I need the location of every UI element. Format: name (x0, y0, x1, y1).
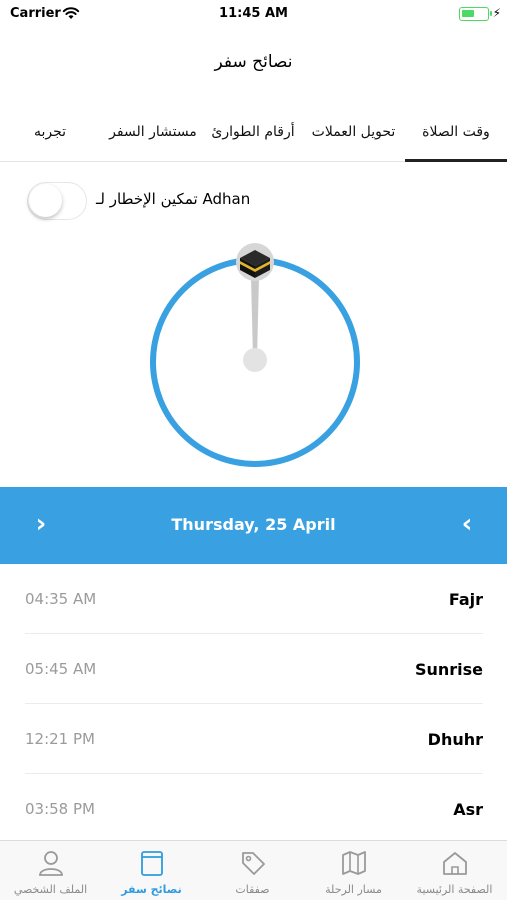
tag-icon (242, 852, 265, 875)
tab-label: تجربه (33, 124, 67, 140)
book-icon (141, 851, 163, 876)
prayer-name: Fajr (448, 590, 483, 609)
qibla-compass (140, 240, 370, 480)
tab-label: تحويل العملات (311, 124, 396, 140)
adhan-label: تمكين الإخطار لـ Adhan (96, 190, 251, 208)
tab-emergency-numbers[interactable]: أرقام الطوارئ (204, 112, 302, 162)
toggle-knob (29, 184, 62, 217)
date-navigator: › Thursday, 25 April ‹ (0, 487, 507, 564)
battery-icon (459, 7, 492, 21)
prayer-row-sunrise: 05:45 AM Sunrise (25, 634, 483, 704)
tab-label: مستشار السفر (109, 124, 197, 140)
profile-icon (39, 851, 63, 876)
chevron-left-icon: ‹ (461, 509, 473, 539)
adhan-notification-row: تمكين الإخطار لـ Adhan (0, 180, 507, 222)
tab-label: وقت الصلاة (422, 124, 490, 140)
previous-day-button[interactable]: ‹ (452, 509, 482, 539)
bottom-nav-label: صفقات (235, 883, 270, 896)
adhan-toggle[interactable] (27, 182, 87, 220)
tab-experience[interactable]: تجربه (10, 112, 90, 162)
bottom-tab-bar: الملف الشخصي نصائح سفر صفقات مسار الرحلة… (0, 840, 507, 900)
bottom-nav-itinerary[interactable]: مسار الرحلة (303, 841, 404, 900)
charging-icon: ⚡ (492, 6, 501, 20)
prayer-time: 03:58 PM (25, 800, 95, 818)
kaaba-icon (236, 243, 274, 281)
bottom-nav-profile[interactable]: الملف الشخصي (0, 841, 101, 900)
bottom-nav-label: الصفحة الرئيسية (416, 883, 493, 896)
tab-travel-advisor[interactable]: مستشار السفر (102, 112, 204, 162)
bottom-nav-label: الملف الشخصي (13, 883, 88, 896)
status-time: 11:45 AM (219, 6, 288, 21)
prayer-time: 04:35 AM (25, 590, 97, 608)
bottom-nav-home[interactable]: الصفحة الرئيسية (404, 841, 505, 900)
tab-label: أرقام الطوارئ (211, 124, 295, 140)
bottom-nav-label: نصائح سفر (121, 883, 182, 896)
bottom-nav-deals[interactable]: صفقات (202, 841, 303, 900)
status-bar: Carrier 11:45 AM ⚡ (0, 0, 507, 30)
page-title: نصائح سفر (214, 52, 293, 72)
prayer-row-asr: 03:58 PM Asr (25, 774, 483, 844)
tab-bar: وقت الصلاة تحويل العملات أرقام الطوارئ م… (0, 112, 507, 162)
map-icon (342, 851, 366, 875)
prayer-name: Sunrise (414, 660, 483, 679)
current-date: Thursday, 25 April (171, 515, 336, 534)
prayer-name: Dhuhr (427, 730, 483, 749)
prayer-time: 05:45 AM (25, 660, 97, 678)
bottom-nav-label: مسار الرحلة (325, 883, 382, 896)
needle-pivot (243, 348, 267, 372)
prayer-times-list: 04:35 AM Fajr 05:45 AM Sunrise 12:21 PM … (0, 564, 507, 844)
bottom-nav-travel-tips[interactable]: نصائح سفر (101, 841, 202, 900)
prayer-row-dhuhr: 12:21 PM Dhuhr (25, 704, 483, 774)
active-tab-indicator (405, 159, 507, 162)
qibla-needle (251, 278, 259, 358)
prayer-name: Asr (453, 800, 483, 819)
prayer-row-fajr: 04:35 AM Fajr (25, 564, 483, 634)
prayer-time: 12:21 PM (25, 730, 95, 748)
tab-prayer-time[interactable]: وقت الصلاة (405, 112, 507, 162)
home-icon (443, 852, 467, 875)
tab-currency-converter[interactable]: تحويل العملات (302, 112, 405, 162)
